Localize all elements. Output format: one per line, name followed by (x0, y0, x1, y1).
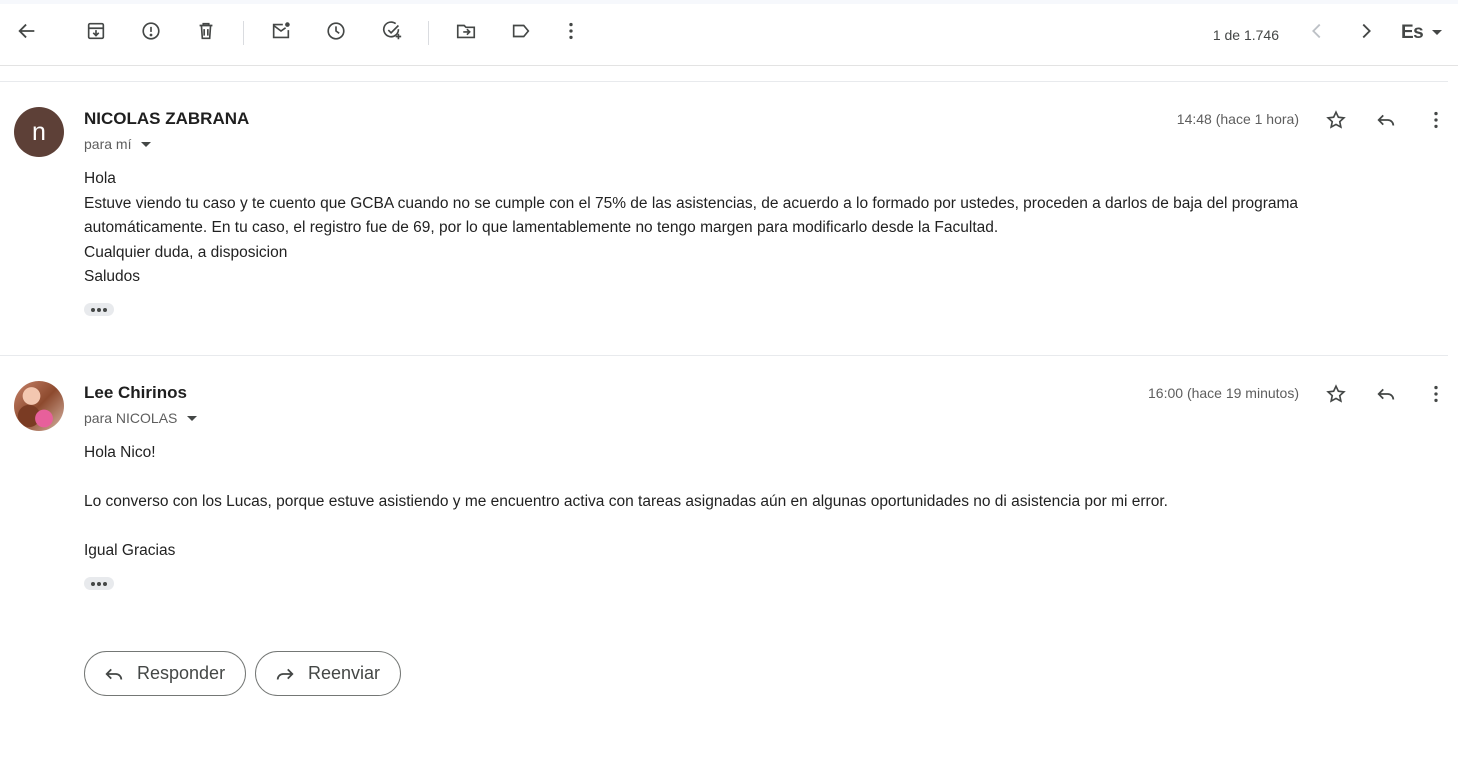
avatar-letter: n (32, 117, 46, 146)
input-tools-caret-icon[interactable] (1432, 30, 1442, 35)
toolbar-separator (243, 21, 244, 45)
body-line: Lo converso con los Lucas, porque estuve… (84, 493, 1168, 510)
reply-icon[interactable] (1372, 106, 1400, 134)
label-icon[interactable] (507, 17, 535, 45)
forward-button-label: Reenviar (308, 663, 381, 683)
older-chevron-icon[interactable] (1352, 17, 1380, 45)
report-spam-icon[interactable] (137, 17, 165, 45)
reply-button[interactable]: Responder (84, 651, 247, 696)
archive-icon[interactable] (82, 17, 110, 45)
show-trimmed-content-button[interactable] (84, 577, 114, 590)
forward-icon (276, 668, 294, 680)
details-caret-icon[interactable] (187, 415, 198, 421)
avatar[interactable]: n (14, 107, 64, 157)
star-icon[interactable] (1322, 106, 1350, 134)
details-caret-icon[interactable] (141, 141, 152, 147)
delete-icon[interactable] (192, 17, 220, 45)
divider (0, 355, 1448, 356)
forward-button[interactable]: Reenviar (255, 651, 402, 696)
sender-name[interactable]: NICOLAS ZABRANA (84, 109, 249, 129)
avatar[interactable] (14, 381, 64, 431)
mark-unread-icon[interactable] (267, 17, 295, 45)
body-line: Saludos (84, 268, 141, 285)
body-line: Estuve viendo tu caso y te cuento que GC… (84, 194, 1299, 237)
divider (0, 81, 1448, 82)
move-to-icon[interactable] (452, 17, 480, 45)
recipient-line[interactable]: para NICOLAS (84, 410, 198, 426)
message-time: 16:00 (hace 19 minutos) (1148, 385, 1299, 401)
body-line (84, 466, 1384, 491)
input-tools-button[interactable]: Es (1401, 22, 1424, 44)
body-line: Hola (84, 170, 116, 187)
add-task-icon[interactable] (378, 17, 406, 45)
star-icon[interactable] (1322, 380, 1350, 408)
email-view: 1 de 1.746 Es n NICOLAS ZABRANA para mí … (0, 4, 1458, 777)
recipient-line[interactable]: para mí (84, 136, 152, 152)
recipient-label: para NICOLAS (84, 410, 178, 426)
snooze-icon[interactable] (322, 17, 350, 45)
more-vert-icon[interactable] (557, 17, 585, 45)
toolbar: 1 de 1.746 Es (0, 4, 1458, 66)
body-line: Hola Nico! (84, 444, 156, 461)
more-vert-icon[interactable] (1422, 380, 1450, 408)
more-vert-icon[interactable] (1422, 106, 1450, 134)
body-line: Cualquier duda, a disposicion (84, 243, 288, 261)
body-line: Igual Gracias (84, 542, 176, 559)
message-body: Hola Estuve viendo tu caso y te cuento q… (84, 167, 1384, 290)
pager-count: 1 de 1.746 (1212, 27, 1279, 43)
message-body: Hola Nico! Lo converso con los Lucas, po… (84, 441, 1384, 564)
toolbar-separator (428, 21, 429, 45)
newer-chevron-icon[interactable] (1303, 17, 1331, 45)
body-line (84, 515, 1384, 540)
reply-icon[interactable] (1372, 380, 1400, 408)
recipient-label: para mí (84, 136, 132, 152)
message-time: 14:48 (hace 1 hora) (1176, 111, 1299, 127)
reply-button-label: Responder (137, 663, 226, 683)
sender-name[interactable]: Lee Chirinos (84, 383, 187, 403)
show-trimmed-content-button[interactable] (84, 303, 114, 316)
back-arrow-icon[interactable] (13, 17, 41, 45)
reply-icon (105, 668, 123, 680)
